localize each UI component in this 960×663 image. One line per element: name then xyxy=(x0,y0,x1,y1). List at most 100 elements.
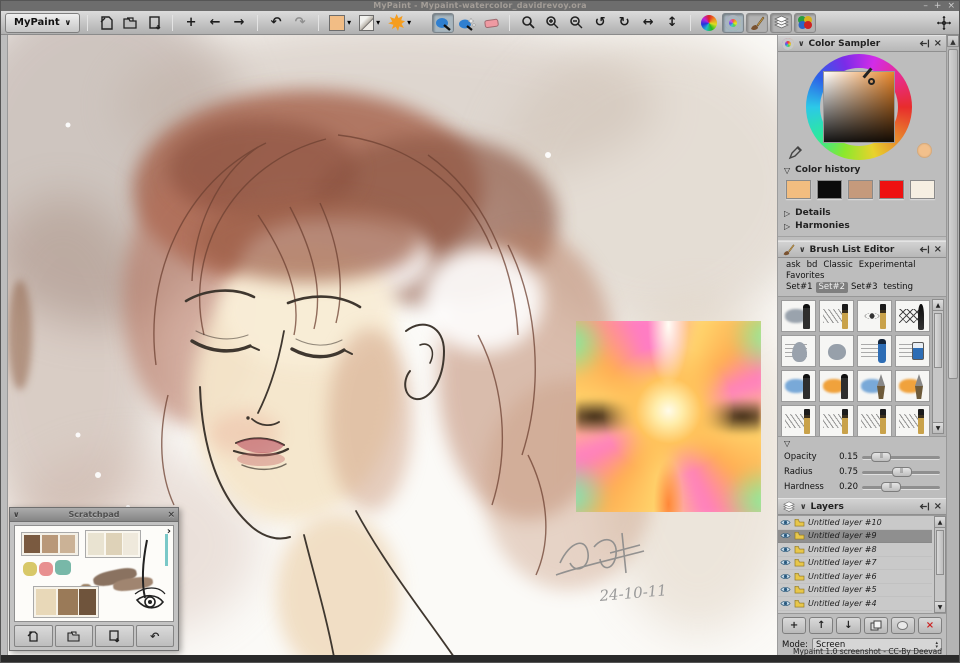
scroll-up-arrow[interactable]: ▲ xyxy=(933,300,943,311)
details-expander[interactable]: ▷ Details xyxy=(778,205,946,221)
previous-button[interactable]: ← xyxy=(204,13,226,33)
zoom-fit-button[interactable] xyxy=(517,13,539,33)
scratchpad-undo-button[interactable]: ↶ xyxy=(136,625,175,647)
history-swatch[interactable] xyxy=(848,180,873,199)
scrollbar-thumb[interactable] xyxy=(936,530,944,575)
dock-panel-icon[interactable] xyxy=(919,501,930,512)
slider-track[interactable] xyxy=(862,451,940,463)
scratchpad-open-button[interactable] xyxy=(55,625,94,647)
brush-thumbnail[interactable] xyxy=(857,370,892,402)
zoom-in-button[interactable] xyxy=(541,13,563,33)
color-sampler-toggle-button[interactable] xyxy=(698,13,720,33)
colors-toggle-button[interactable] xyxy=(794,13,816,33)
panel-close-icon[interactable]: × xyxy=(934,501,942,512)
scroll-up-arrow[interactable]: ▲ xyxy=(947,35,959,47)
layer-row[interactable]: Untitled layer #3 xyxy=(778,611,932,615)
layer-row[interactable]: Untitled layer #8 xyxy=(778,543,932,557)
next-button[interactable]: → xyxy=(228,13,250,33)
sidebar-scrollbar[interactable]: ▲ xyxy=(946,35,959,655)
saturation-value-square[interactable] xyxy=(824,72,894,142)
layer-lock-icon[interactable] xyxy=(794,599,805,608)
flip-horizontal-button[interactable]: ↔ xyxy=(637,13,659,33)
eyedropper-icon[interactable] xyxy=(788,145,803,160)
visibility-eye-icon[interactable] xyxy=(780,531,791,540)
visibility-eye-icon[interactable] xyxy=(780,585,791,594)
open-button[interactable] xyxy=(119,13,141,33)
eraser-tool-button[interactable] xyxy=(480,13,502,33)
scroll-down-arrow[interactable]: ▼ xyxy=(935,601,945,612)
brush-thumbnail[interactable] xyxy=(819,335,854,367)
scratchpad-collapse-icon[interactable]: ∨ xyxy=(13,508,20,522)
visibility-eye-icon[interactable] xyxy=(780,518,791,527)
paintbrush-tool-button[interactable] xyxy=(432,13,454,33)
brush-group-tab[interactable]: Set#2 xyxy=(816,282,849,293)
brush-thumbnail[interactable] xyxy=(819,405,854,437)
layers-scrollbar[interactable]: ▲ ▼ xyxy=(934,516,946,613)
add-layer-button[interactable]: + xyxy=(782,617,806,634)
brush-group-tab[interactable]: ask xyxy=(783,260,804,271)
slider-handle[interactable] xyxy=(892,467,912,477)
layer-lock-icon[interactable] xyxy=(794,572,805,581)
slider-track[interactable] xyxy=(862,466,940,478)
smudge-tool-button[interactable] xyxy=(456,13,478,33)
scratchpad-close-icon[interactable]: × xyxy=(167,508,175,522)
harmonies-expander[interactable]: ▷ Harmonies xyxy=(778,221,946,234)
zoom-out-button[interactable] xyxy=(565,13,587,33)
brush-group-tab[interactable]: testing xyxy=(881,282,916,293)
brush-editor-toggle-button[interactable] xyxy=(746,13,768,33)
brush-settings-expander[interactable]: ▽ xyxy=(778,437,946,448)
painting-canvas[interactable]: 24-10-11 ∨ Scratchpad × › xyxy=(8,35,779,655)
close-button[interactable]: × xyxy=(947,1,955,11)
redo-button[interactable]: ↷ xyxy=(289,13,311,33)
panel-close-icon[interactable]: × xyxy=(934,38,942,49)
brush-group-tab[interactable]: bd xyxy=(804,260,821,271)
brush-thumbnail[interactable] xyxy=(857,300,892,332)
title-bar[interactable]: MyPaint - Mypaint-watercolor_davidrevoy.… xyxy=(1,1,959,11)
mypaint-menu-button[interactable]: MyPaint ∨ xyxy=(5,13,80,33)
layer-lock-icon[interactable] xyxy=(794,585,805,594)
brush-group-tab[interactable]: Favorites xyxy=(783,271,827,282)
color-sampler-panel-header[interactable]: ∨ Color Sampler × xyxy=(778,35,946,52)
brush-thumbnail[interactable] xyxy=(781,405,816,437)
layer-lock-icon[interactable] xyxy=(794,531,805,540)
brush-preview-dropdown[interactable]: ▾ xyxy=(356,15,383,31)
layer-row[interactable]: Untitled layer #5 xyxy=(778,584,932,598)
slider-track[interactable] xyxy=(862,481,940,493)
flip-vertical-button[interactable]: ↕ xyxy=(661,13,683,33)
panel-collapse-icon[interactable]: ∨ xyxy=(800,502,807,511)
brush-thumbnail[interactable] xyxy=(857,335,892,367)
visibility-eye-icon[interactable] xyxy=(780,558,791,567)
brush-thumbnail[interactable] xyxy=(819,370,854,402)
brush-thumbnail[interactable] xyxy=(895,370,930,402)
history-swatch[interactable] xyxy=(910,180,935,199)
layer-row[interactable]: Untitled layer #4 xyxy=(778,597,932,611)
scroll-up-arrow[interactable]: ▲ xyxy=(935,517,945,528)
brush-group-tab[interactable]: Experimental xyxy=(856,260,919,271)
slider-handle[interactable] xyxy=(881,482,901,492)
scratchpad-window[interactable]: ∨ Scratchpad × › xyxy=(9,507,179,651)
scrollbar-thumb[interactable] xyxy=(948,49,958,379)
brush-grid-scrollbar[interactable]: ▲ ▼ xyxy=(932,299,944,434)
scratchpad-canvas[interactable]: › xyxy=(14,525,174,622)
merge-layer-button[interactable] xyxy=(891,617,915,634)
rotate-cw-button[interactable]: ↻ xyxy=(613,13,635,33)
visibility-eye-icon[interactable] xyxy=(780,599,791,608)
add-button[interactable]: + xyxy=(180,13,202,33)
layer-lock-icon[interactable] xyxy=(794,558,805,567)
delete-layer-button[interactable]: × xyxy=(918,617,942,634)
dock-panel-icon[interactable] xyxy=(919,244,930,255)
scroll-down-arrow[interactable]: ▼ xyxy=(933,422,943,433)
brush-editor-panel-header[interactable]: ∨ Brush List Editor × xyxy=(778,241,946,258)
history-swatch[interactable] xyxy=(817,180,842,199)
brush-thumbnail[interactable] xyxy=(895,405,930,437)
hue-ring-toggle-button[interactable] xyxy=(722,13,744,33)
new-document-button[interactable] xyxy=(95,13,117,33)
color-sampler-body[interactable] xyxy=(778,52,946,162)
layer-row[interactable]: Untitled layer #10 xyxy=(778,516,932,530)
visibility-eye-icon[interactable] xyxy=(780,572,791,581)
brush-thumbnail[interactable] xyxy=(857,405,892,437)
layer-row[interactable]: Untitled layer #9 xyxy=(778,530,932,544)
brush-thumbnail[interactable] xyxy=(781,335,816,367)
brush-group-tab[interactable]: Set#3 xyxy=(848,282,881,293)
brush-group-tab[interactable]: Classic xyxy=(820,260,855,271)
